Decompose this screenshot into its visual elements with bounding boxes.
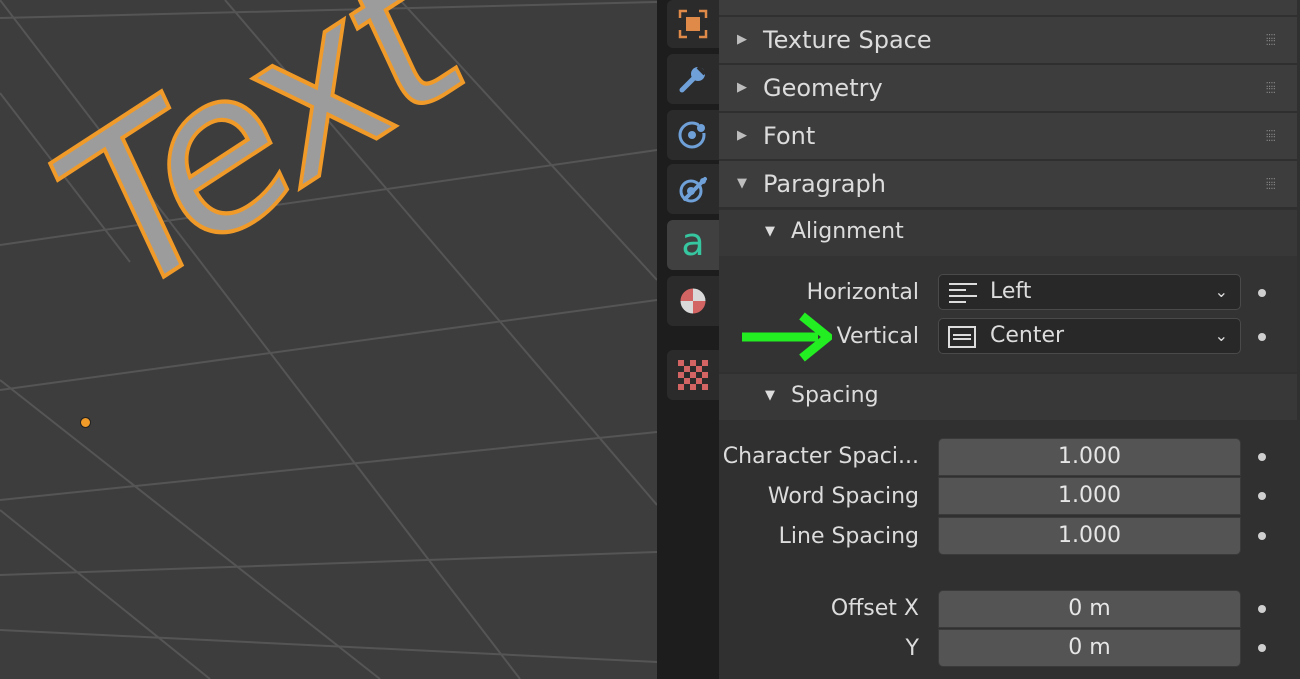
green-arrow-icon (742, 312, 832, 362)
physics-icon (678, 121, 709, 149)
section-texture-space[interactable]: ▶ Texture Space :::::::: (719, 17, 1297, 65)
tab-texture-space[interactable] (667, 0, 719, 48)
vertical-dropdown[interactable]: Center ⌄ (938, 318, 1241, 354)
spacing-body: Character Spaci... 1.000 Word Spacing 1.… (719, 420, 1297, 679)
constraints-icon (679, 177, 707, 203)
alignment-body: Horizontal Left ⌄ Vertical Center ⌄ (719, 256, 1297, 372)
tab-constraints[interactable] (667, 164, 719, 214)
subsection-alignment[interactable]: ▼ Alignment (719, 210, 1297, 256)
offset-x-label: Offset X (830, 596, 919, 621)
align-center-icon (948, 326, 976, 348)
section-font[interactable]: ▶ Font :::::::: (719, 113, 1297, 161)
horizontal-label: Horizontal (806, 280, 919, 305)
drag-handle-icon[interactable]: :::::::: (1266, 128, 1277, 144)
drag-handle-icon[interactable]: :::::::: (1266, 80, 1277, 96)
section-paragraph[interactable]: ▼ Paragraph :::::::: (719, 161, 1297, 209)
subsection-label: Alignment (791, 219, 904, 244)
dropdown-value: Center (990, 323, 1065, 348)
animate-dot[interactable] (1258, 333, 1266, 341)
line-spacing-label: Line Spacing (778, 524, 919, 549)
collapse-icon: ▼ (765, 224, 775, 239)
animate-dot[interactable] (1258, 605, 1266, 613)
subsection-label: Spacing (791, 383, 879, 408)
word-spacing-field[interactable]: 1.000 (938, 477, 1241, 515)
animate-dot[interactable] (1258, 289, 1266, 297)
animate-dot[interactable] (1258, 453, 1266, 461)
text-data-icon: a (681, 220, 705, 264)
character-spacing-field[interactable]: 1.000 (938, 438, 1241, 476)
collapse-icon: ▼ (737, 176, 747, 191)
chevron-down-icon: ⌄ (1214, 326, 1228, 345)
drag-handle-icon[interactable]: :::::::: (1266, 176, 1277, 192)
properties-panel: ▶ Texture Space :::::::: ▶ Geometry ::::… (719, 0, 1300, 679)
tab-text-data[interactable]: a (667, 220, 719, 270)
offset-x-field[interactable]: 0 m (938, 590, 1241, 628)
texture-space-icon (678, 9, 708, 39)
section-label: Texture Space (763, 26, 932, 54)
wrench-icon (679, 65, 707, 93)
drag-handle-icon[interactable]: :::::::: (1266, 32, 1277, 48)
3d-viewport[interactable]: Text (0, 0, 657, 679)
word-spacing-label: Word Spacing (767, 484, 919, 509)
tab-modifiers[interactable] (667, 54, 719, 104)
expand-icon: ▶ (737, 80, 747, 95)
section-label: Geometry (763, 74, 883, 102)
material-icon (679, 287, 707, 315)
collapse-icon: ▼ (765, 388, 775, 403)
vertical-label: Vertical (836, 324, 919, 349)
character-spacing-label: Character Spaci... (722, 444, 919, 469)
panel-top-strip (719, 0, 1297, 15)
tab-material[interactable] (667, 276, 719, 326)
subsection-spacing[interactable]: ▼ Spacing (719, 374, 1297, 420)
expand-icon: ▶ (737, 32, 747, 47)
offset-y-label: Y (905, 636, 919, 661)
checker-texture-icon (678, 360, 708, 390)
section-label: Font (763, 122, 816, 150)
animate-dot[interactable] (1258, 532, 1266, 540)
dropdown-value: Left (990, 279, 1032, 304)
tab-physics[interactable] (667, 110, 719, 160)
offset-y-field[interactable]: 0 m (938, 629, 1241, 667)
object-origin[interactable] (80, 417, 91, 428)
section-geometry[interactable]: ▶ Geometry :::::::: (719, 65, 1297, 113)
line-spacing-field[interactable]: 1.000 (938, 517, 1241, 555)
section-label: Paragraph (763, 170, 886, 198)
expand-icon: ▶ (737, 128, 747, 143)
horizontal-dropdown[interactable]: Left ⌄ (938, 274, 1241, 310)
animate-dot[interactable] (1258, 492, 1266, 500)
tab-texture[interactable] (667, 350, 719, 400)
properties-tab-bar: a (657, 0, 719, 679)
align-left-icon (949, 283, 977, 303)
chevron-down-icon: ⌄ (1214, 282, 1228, 301)
animate-dot[interactable] (1258, 644, 1266, 652)
